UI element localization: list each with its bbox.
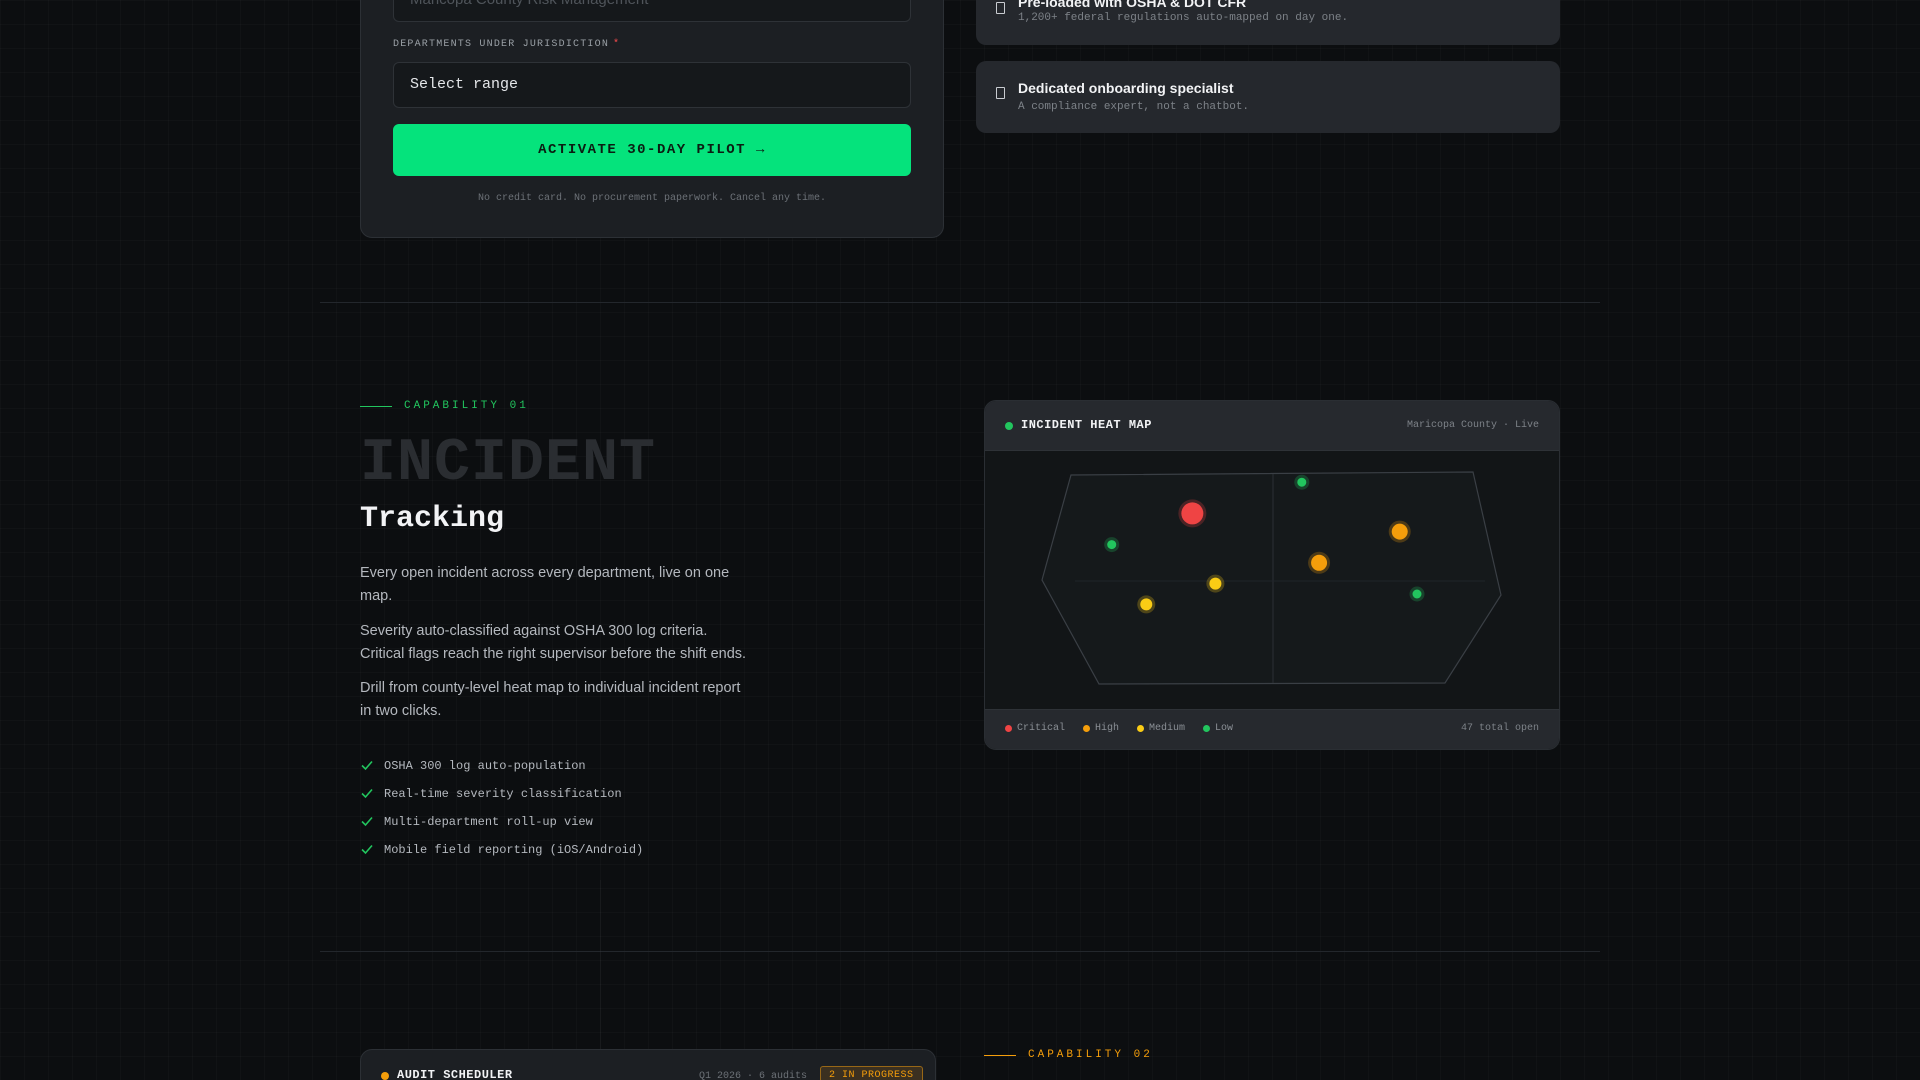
eyebrow-line xyxy=(360,405,392,407)
section-divider xyxy=(320,951,1600,952)
description-paragraph: Severity auto-classified against OSHA 30… xyxy=(360,623,747,662)
legend-swatch xyxy=(1137,725,1145,732)
section-divider xyxy=(320,302,1600,303)
checklist-item: Mobile field reporting (iOS/Android) xyxy=(360,836,643,864)
county-outline xyxy=(1041,471,1502,685)
incident-heat-map-card: INCIDENT HEAT MAP Maricopa County · Live… xyxy=(984,400,1560,750)
incident-marker-low[interactable] xyxy=(1297,477,1307,487)
incident-marker-medium[interactable] xyxy=(1209,577,1222,590)
status-dot xyxy=(381,1072,389,1080)
map-footer: Critical High Medium Low 47 total open xyxy=(985,709,1559,749)
audit-meta: Q1 2026 · 6 audits xyxy=(699,1071,808,1080)
total-open-count: 47 total open xyxy=(1460,723,1539,734)
status-badge: 2 IN PROGRESS xyxy=(820,1066,923,1080)
feature-subtitle: 1,200+ federal regulations auto-mapped o… xyxy=(1018,12,1349,24)
incident-marker-high[interactable] xyxy=(1391,523,1408,540)
required-marker: * xyxy=(613,39,621,50)
section-title: Tracking xyxy=(360,502,505,536)
check-icon xyxy=(360,758,376,774)
incident-marker-low[interactable] xyxy=(1412,589,1422,599)
capability-01-eyebrow: CAPABILITY 01 xyxy=(360,400,529,412)
checklist-item: Real-time severity classification xyxy=(360,780,643,808)
legend-medium: Medium xyxy=(1137,723,1185,734)
activate-pilot-button[interactable]: ACTIVATE 30-DAY PILOT → xyxy=(393,124,911,176)
legend-swatch xyxy=(1005,725,1012,732)
eyebrow-line xyxy=(984,1054,1016,1056)
document-icon xyxy=(996,2,1005,14)
departments-select[interactable]: Select range xyxy=(393,62,911,108)
checklist-item: Multi-department roll-up view xyxy=(360,808,643,836)
legend-low: Low xyxy=(1203,723,1233,734)
feature-card-osha: Pre-loaded with OSHA & DOT CFR 1,200+ fe… xyxy=(976,0,1560,45)
map-header: INCIDENT HEAT MAP Maricopa County · Live xyxy=(985,401,1559,451)
map-location: Maricopa County · Live xyxy=(1406,420,1539,431)
feature-subtitle: A compliance expert, not a chatbot. xyxy=(1018,101,1250,113)
fine-print: No credit card. No procurement paperwork… xyxy=(477,193,827,204)
legend-swatch xyxy=(1083,725,1091,732)
incident-marker-medium[interactable] xyxy=(1140,598,1153,611)
map-title: INCIDENT HEAT MAP xyxy=(1021,418,1152,432)
check-icon xyxy=(360,842,376,858)
legend-high: High xyxy=(1083,723,1119,734)
description-paragraph: Drill from county-level heat map to indi… xyxy=(360,680,741,719)
check-icon xyxy=(360,814,376,830)
incident-marker-critical[interactable] xyxy=(1181,502,1204,525)
feature-card-onboarding: Dedicated onboarding specialist A compli… xyxy=(976,61,1560,133)
incident-marker-low[interactable] xyxy=(1107,540,1117,550)
legend-critical: Critical xyxy=(1005,723,1065,734)
audit-scheduler-card: AUDIT SCHEDULER Q1 2026 · 6 audits 2 IN … xyxy=(360,1049,936,1080)
legend-swatch xyxy=(1203,725,1211,732)
county-map[interactable] xyxy=(985,451,1560,711)
incident-marker-high[interactable] xyxy=(1311,554,1328,571)
capability-02-eyebrow: CAPABILITY 02 xyxy=(984,1049,1153,1061)
description-paragraph: Every open incident across every departm… xyxy=(360,565,730,604)
ghost-heading: INCIDENT xyxy=(360,430,657,498)
document-icon xyxy=(996,87,1005,99)
pilot-signup-form: Maricopa County Risk Management DEPARTME… xyxy=(360,0,944,238)
live-indicator xyxy=(1005,422,1013,430)
organization-input[interactable]: Maricopa County Risk Management xyxy=(393,0,911,22)
check-icon xyxy=(360,786,376,802)
severity-legend: Critical High Medium Low xyxy=(1005,723,1251,734)
audit-title: AUDIT SCHEDULER xyxy=(397,1068,513,1080)
feature-title: Pre-loaded with OSHA & DOT CFR xyxy=(1018,0,1247,10)
departments-label: DEPARTMENTS UNDER JURISDICTION * xyxy=(393,39,621,50)
feature-title: Dedicated onboarding specialist xyxy=(1018,80,1234,96)
checklist-item: OSHA 300 log auto-population xyxy=(360,752,643,780)
feature-checklist: OSHA 300 log auto-population Real-time s… xyxy=(360,752,643,864)
